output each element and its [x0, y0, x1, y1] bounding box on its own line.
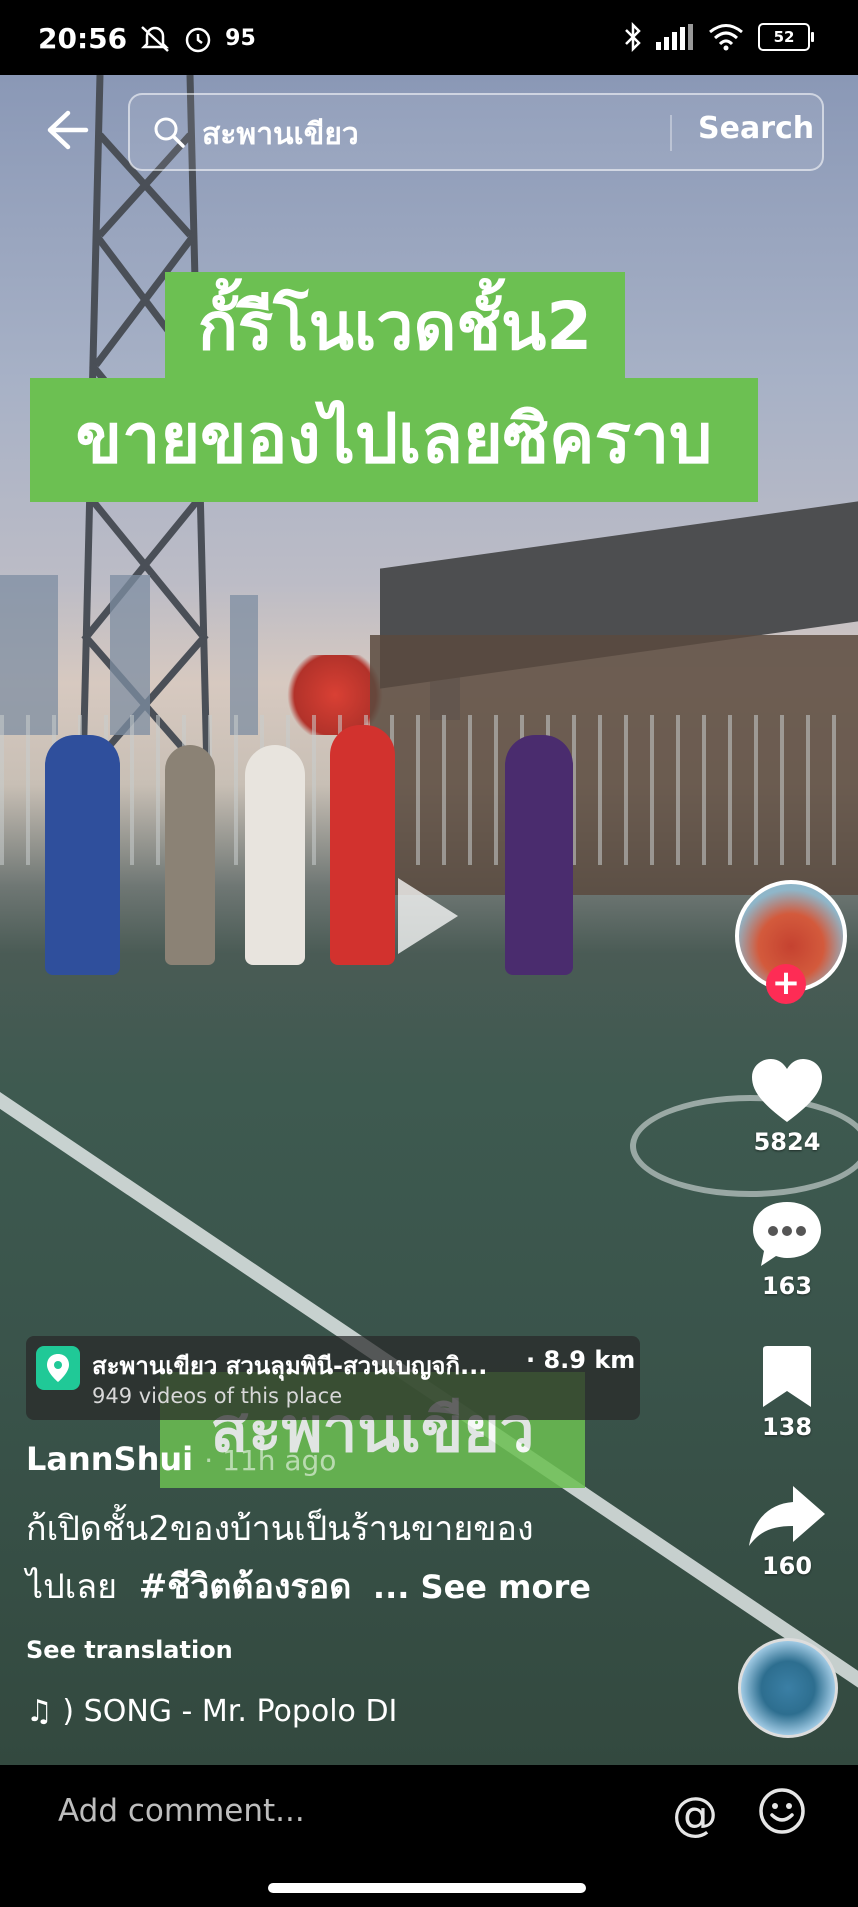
- like-count: 5824: [753, 1128, 821, 1156]
- bridge-fence: [0, 715, 858, 865]
- search-query: สะพานเขียว: [202, 117, 359, 152]
- building: [110, 575, 150, 735]
- share-arrow-icon: [749, 1486, 825, 1546]
- location-chip[interactable]: สะพานเขียว สวนลุมพินี-สวนเบญจกิ... · 8.9…: [26, 1336, 640, 1420]
- status-notification-count: 95: [225, 26, 256, 51]
- caption-text: ไปเลย: [26, 1567, 118, 1607]
- person: [505, 735, 573, 975]
- music-disc-icon[interactable]: [738, 1638, 838, 1738]
- video-caption-line1: กั้รีโนเวดชั้น2: [165, 272, 625, 382]
- bookmark-button[interactable]: 138: [730, 1345, 844, 1441]
- caption-line1: ก้เปิดชั้น2ของบ้านเป็นร้านขายของ: [26, 1509, 534, 1549]
- person: [330, 725, 395, 965]
- music-ticker[interactable]: ♫ ) SONG - Mr. Popolo DI: [26, 1694, 397, 1729]
- post-caption: ก้เปิดชั้น2ของบ้านเป็นร้านขายของ ไปเลย #…: [26, 1500, 666, 1616]
- mention-icon[interactable]: @: [672, 1787, 718, 1841]
- signal-icon: [656, 24, 693, 50]
- building: [0, 575, 58, 735]
- location-distance: · 8.9 km: [526, 1346, 636, 1374]
- top-search-bar: สะพานเขียว Search: [0, 75, 858, 185]
- see-more-link[interactable]: ... See more: [373, 1568, 591, 1606]
- bluetooth-icon: [625, 22, 641, 52]
- bookmark-count: 138: [761, 1413, 813, 1441]
- caption-line2: ไปเลย #ชีวิตต้องรอด ... See more: [26, 1558, 666, 1616]
- caption-hashtag[interactable]: #ชีวิตต้องรอด: [139, 1567, 352, 1607]
- wifi-icon: [709, 24, 743, 51]
- back-arrow-icon[interactable]: [42, 105, 92, 155]
- comment-count: 163: [761, 1272, 813, 1300]
- status-bar: 20:56 95 52: [0, 0, 858, 75]
- comment-button[interactable]: 163: [730, 1200, 844, 1300]
- location-title: สะพานเขียว สวนลุมพินี-สวนเบญจกิ...: [92, 1352, 488, 1380]
- building: [230, 595, 258, 735]
- location-video-count: 949 videos of this place: [92, 1384, 343, 1408]
- share-button[interactable]: 160: [730, 1484, 844, 1580]
- comment-input[interactable]: Add comment...: [58, 1793, 305, 1829]
- search-input[interactable]: สะพานเขียว Search: [128, 93, 824, 171]
- follow-plus-button[interactable]: +: [766, 964, 806, 1004]
- person: [245, 745, 305, 965]
- post-time: · 11h ago: [204, 1444, 337, 1477]
- bookmark-icon: [763, 1346, 811, 1407]
- author-line: LannShui · 11h ago: [26, 1440, 336, 1478]
- comment-icon: [753, 1202, 821, 1266]
- search-divider: [670, 115, 672, 151]
- search-icon: [154, 117, 185, 148]
- location-pin-icon: [36, 1346, 80, 1390]
- author-name[interactable]: LannShui: [26, 1440, 193, 1478]
- emoji-icon[interactable]: [758, 1787, 806, 1835]
- status-time: 20:56: [38, 22, 128, 55]
- home-indicator[interactable]: [268, 1883, 586, 1893]
- alarm-icon: [185, 27, 211, 52]
- video-caption-line2: ขายของไปเลยซิคราบ: [30, 378, 758, 502]
- person: [165, 745, 215, 965]
- heart-icon: [752, 1059, 822, 1122]
- like-button[interactable]: 5824: [730, 1058, 844, 1156]
- battery-indicator: 52: [758, 23, 814, 51]
- tiktok-video-screen: 20:56 95 52 กั้รีโนเวดชั้น2 ขายของไปเลยซ…: [0, 0, 858, 1907]
- mute-icon: [141, 25, 170, 52]
- share-count: 160: [761, 1552, 813, 1580]
- person-jogger: [45, 735, 120, 975]
- play-icon[interactable]: [398, 878, 458, 954]
- see-translation-link[interactable]: See translation: [26, 1636, 233, 1664]
- search-button[interactable]: Search: [698, 111, 814, 146]
